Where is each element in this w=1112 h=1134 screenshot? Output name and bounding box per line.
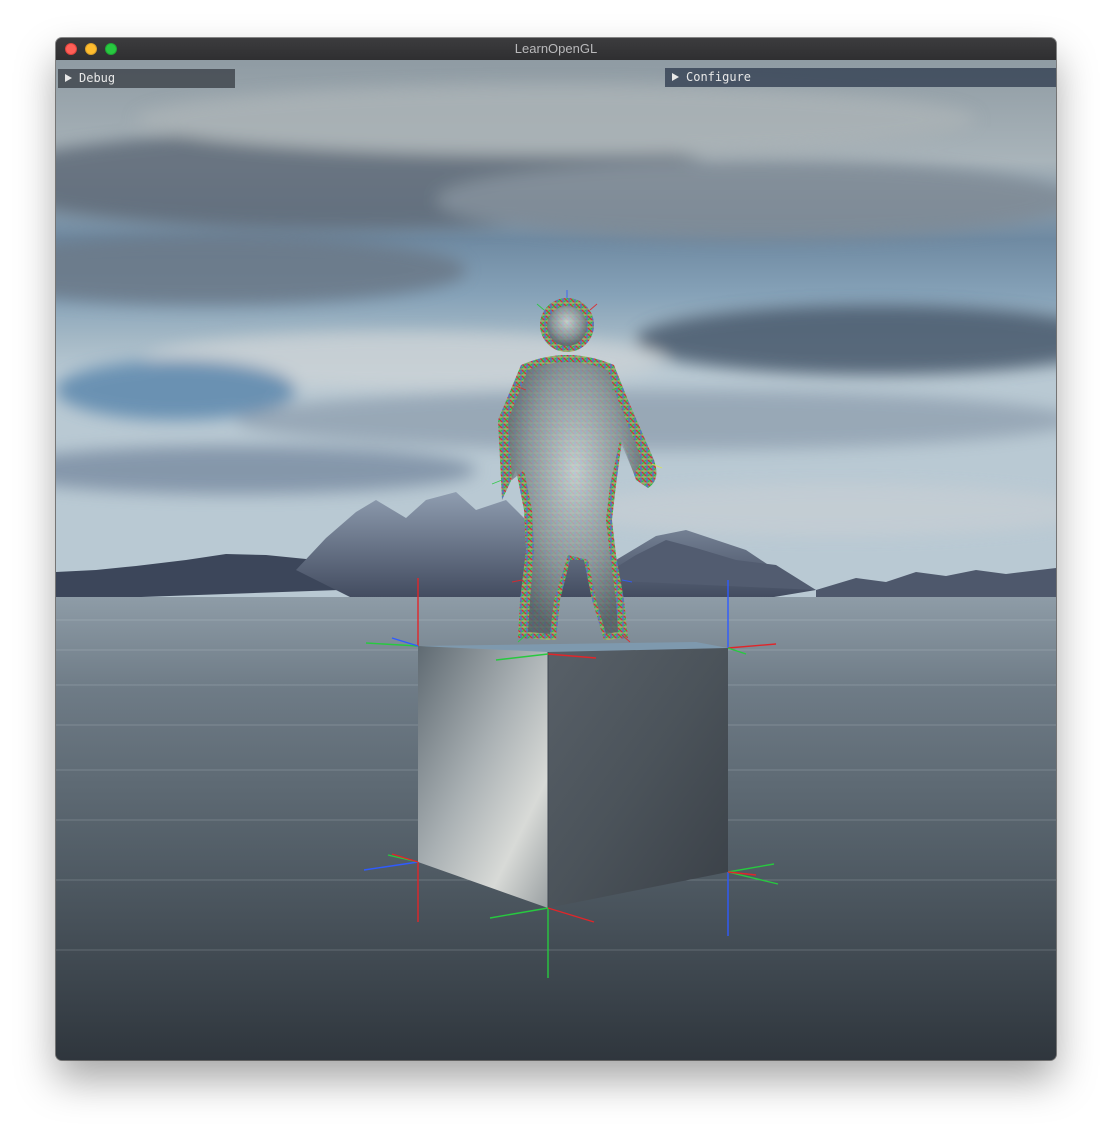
- title-bar[interactable]: LearnOpenGL: [56, 38, 1056, 61]
- debug-panel-header[interactable]: Debug: [58, 69, 235, 88]
- reflective-cube: [418, 642, 728, 908]
- 3d-scene: [56, 60, 1056, 1060]
- configure-panel-header[interactable]: Configure: [665, 68, 1056, 87]
- configure-panel-label: Configure: [686, 70, 752, 84]
- expand-arrow-icon: [672, 73, 679, 81]
- opengl-viewport[interactable]: Debug Configure: [56, 60, 1056, 1060]
- window-title: LearnOpenGL: [514, 41, 598, 56]
- debug-panel-label: Debug: [79, 71, 116, 85]
- app-window: LearnOpenGL Debug Configure: [56, 38, 1056, 1060]
- expand-arrow-icon: [65, 74, 72, 82]
